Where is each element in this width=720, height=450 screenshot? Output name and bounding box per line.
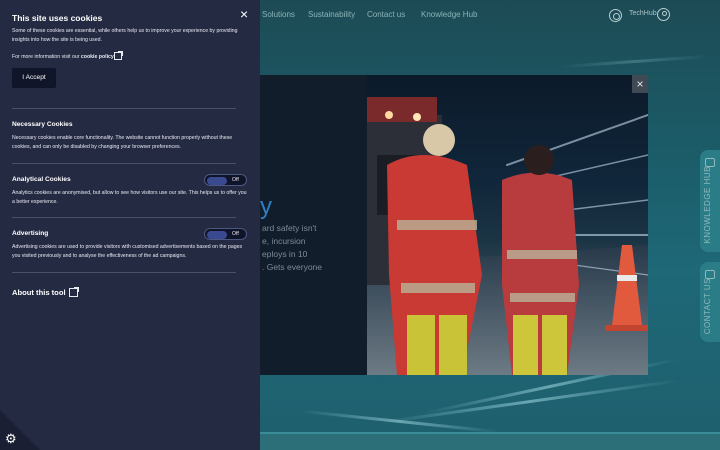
- necessary-cookies-title: Necessary Cookies: [12, 121, 73, 128]
- road-workers-photo: [367, 75, 648, 375]
- analytical-cookies-text: Analytics cookies are anonymised, but al…: [12, 190, 247, 205]
- toggle-knob: [207, 230, 227, 239]
- bottom-strip: [260, 432, 720, 450]
- advertising-cookies-title: Advertising: [12, 230, 49, 237]
- user-label[interactable]: TechHub: [629, 10, 657, 17]
- modal-text-column: y ard safety isn't e, incursion eploys i…: [260, 75, 367, 375]
- external-link-icon[interactable]: [69, 287, 79, 297]
- divider: [12, 217, 236, 218]
- modal-heading: y: [260, 193, 272, 220]
- photo-illustration: [367, 97, 648, 375]
- analytical-cookies-title: Analytical Cookies: [12, 176, 71, 183]
- modal-text-line: . Gets everyone: [262, 262, 323, 272]
- cookie-panel-close-button[interactable]: ×: [240, 7, 248, 21]
- accept-button[interactable]: I Accept: [12, 68, 56, 88]
- user-icon[interactable]: [657, 8, 670, 21]
- gear-icon[interactable]: ⚙: [5, 432, 17, 445]
- advertising-cookies-toggle[interactable]: Off: [204, 228, 247, 240]
- nav-link-knowledge-hub[interactable]: Knowledge Hub: [421, 10, 477, 19]
- analytical-toggle-state: Off: [232, 176, 239, 183]
- divider: [12, 163, 236, 164]
- nav-link-sustainability[interactable]: Sustainability: [308, 10, 355, 19]
- toggle-knob: [207, 176, 227, 185]
- cookie-intro-text: Some of these cookies are essential, whi…: [12, 28, 238, 43]
- necessary-cookies-text: Necessary cookies enable core functional…: [12, 135, 233, 150]
- search-icon[interactable]: [609, 9, 622, 22]
- nav-link-contact-us[interactable]: Contact us: [367, 10, 405, 19]
- modal-close-button[interactable]: ×: [632, 75, 648, 93]
- advertising-cookies-text: Advertising cookies are used to provide …: [12, 244, 243, 259]
- cookie-consent-panel: This site uses cookies × Some of these c…: [0, 0, 260, 450]
- modal-text-line: ard safety isn't: [262, 223, 317, 233]
- analytical-cookies-toggle[interactable]: Off: [204, 174, 247, 186]
- cookie-policy-line: For more information visit our cookie po…: [12, 54, 114, 60]
- contact-us-tab-label: CONTACT US: [703, 277, 712, 334]
- contact-us-tab[interactable]: CONTACT US: [700, 262, 720, 342]
- external-link-icon[interactable]: [114, 51, 123, 60]
- promo-modal: y ard safety isn't e, incursion eploys i…: [260, 75, 648, 375]
- cookie-policy-link[interactable]: cookie policy: [81, 54, 114, 60]
- cookie-policy-prefix: For more information visit our: [12, 54, 80, 60]
- knowledge-hub-tab[interactable]: KNOWLEDGE HUB: [700, 150, 720, 252]
- advertising-toggle-state: Off: [232, 230, 239, 237]
- cookie-panel-title: This site uses cookies: [12, 13, 103, 23]
- nav-link-solutions[interactable]: Solutions: [262, 10, 295, 19]
- divider: [12, 108, 236, 109]
- modal-text-line: e, incursion: [262, 236, 306, 246]
- divider: [12, 272, 236, 273]
- about-this-tool-link[interactable]: About this tool: [12, 288, 66, 297]
- modal-text-line: eploys in 10: [262, 249, 308, 259]
- knowledge-hub-tab-label: KNOWLEDGE HUB: [703, 166, 712, 244]
